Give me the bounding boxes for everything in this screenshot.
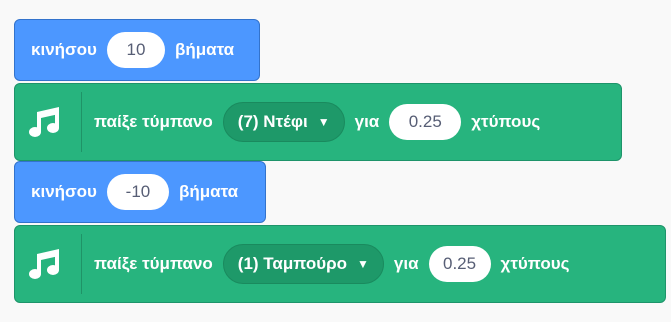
play-drum-block-2[interactable]: παίξε τύμπανο (1) Ταμπούρο ▼ για 0.25 χτ…: [14, 225, 666, 303]
beats-input[interactable]: 0.25: [428, 246, 491, 282]
block-label: βήματα: [174, 40, 235, 59]
music-notes-icon: [29, 92, 82, 152]
block-label: παίξε τύμπανο: [94, 254, 213, 273]
steps-input[interactable]: -10: [106, 174, 169, 210]
block-label: χτύπους: [471, 112, 541, 131]
scratch-script-canvas: κινήσου 10 βήματα παίξε τύμπανο (7) Ντέφ…: [0, 0, 671, 322]
block-label: για: [393, 254, 419, 273]
drum-dropdown[interactable]: (1) Ταμπούρο ▼: [222, 244, 384, 284]
block-label: κινήσου: [31, 182, 97, 201]
beats-input[interactable]: 0.25: [389, 104, 462, 140]
caret-down-icon: ▼: [357, 257, 369, 271]
dropdown-value: (1) Ταμπούρο: [237, 254, 347, 273]
move-steps-block-2[interactable]: κινήσου -10 βήματα: [14, 161, 266, 223]
block-label: βήματα: [178, 182, 239, 201]
dropdown-value: (7) Ντέφι: [237, 112, 308, 131]
block-label: κινήσου: [31, 40, 97, 59]
block-label: για: [354, 112, 380, 131]
play-drum-block-1[interactable]: παίξε τύμπανο (7) Ντέφι ▼ για 0.25 χτύπο…: [14, 83, 622, 161]
caret-down-icon: ▼: [317, 115, 330, 129]
block-label: παίξε τύμπανο: [94, 112, 213, 131]
steps-input[interactable]: 10: [106, 32, 165, 68]
drum-dropdown[interactable]: (7) Ντέφι ▼: [222, 102, 345, 142]
music-notes-icon: [29, 234, 82, 294]
block-label: χτύπους: [500, 254, 570, 273]
move-steps-block-1[interactable]: κινήσου 10 βήματα: [14, 19, 260, 81]
